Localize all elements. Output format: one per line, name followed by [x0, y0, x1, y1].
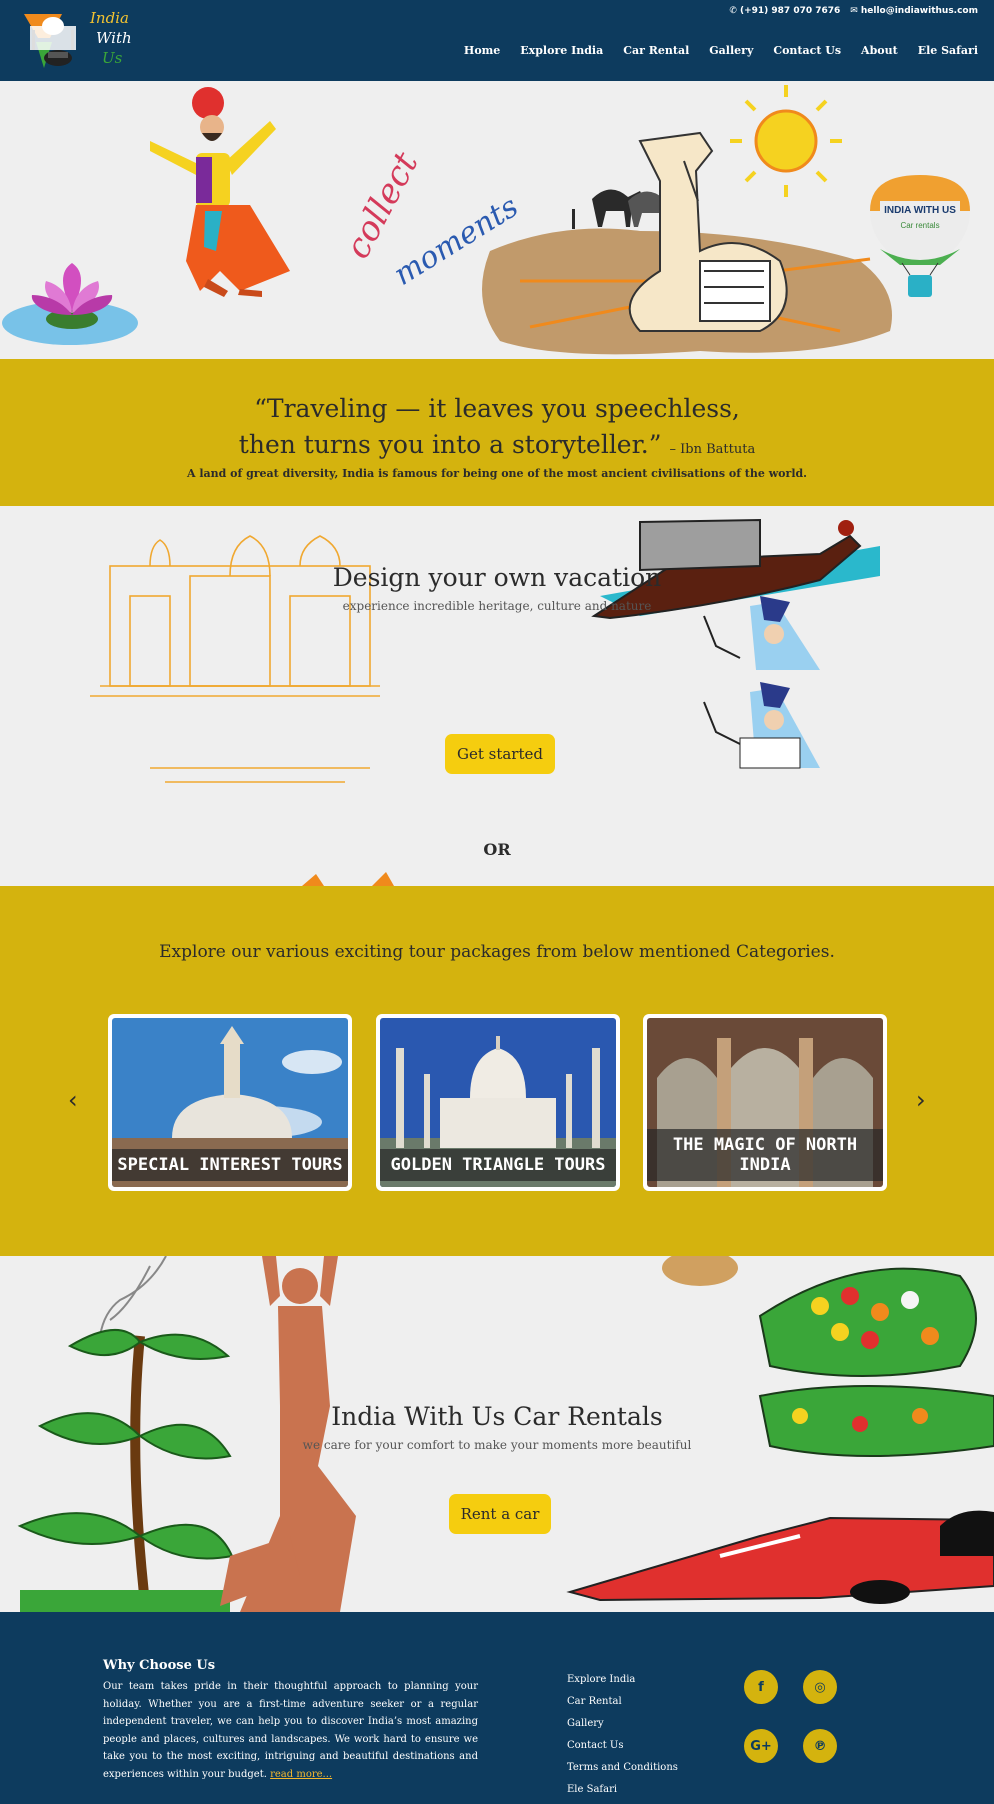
logo-text-with: With	[96, 29, 132, 47]
car-rental-section: India With Us Car Rentals we care for yo…	[0, 1256, 994, 1612]
get-started-button[interactable]: Get started	[445, 734, 555, 774]
tour-card-image: THE MAGIC OF NORTH INDIA	[647, 1018, 883, 1187]
nav-ele-safari[interactable]: Ele Safari	[918, 44, 978, 57]
contact-bar: ✆ (+91) 987 070 7676 ✉ hello@indiawithus.c…	[729, 6, 978, 16]
why-choose-us-body: Our team takes pride in their thoughtful…	[103, 1681, 478, 1780]
carousel-prev-arrow[interactable]: ‹	[68, 1086, 78, 1114]
phone-icon: ✆	[729, 6, 737, 16]
read-more-link[interactable]: read more...	[270, 1769, 332, 1780]
rental-illustration	[17, 1256, 994, 1612]
tour-card-special-interest[interactable]: SPECIAL INTEREST TOURS	[108, 1014, 352, 1191]
phone-contact[interactable]: ✆ (+91) 987 070 7676	[729, 6, 840, 16]
tour-card-golden-triangle[interactable]: GOLDEN TRIANGLE TOURS	[376, 1014, 620, 1191]
email-address: hello@indiawithus.com	[860, 6, 978, 16]
footer-link-car-rental[interactable]: Car Rental	[567, 1694, 678, 1709]
footer-links: Explore India Car Rental Gallery Contact…	[567, 1672, 678, 1797]
design-vacation-section: Design your own vacation experience incr…	[0, 506, 994, 886]
palm-tree-icon	[17, 1329, 234, 1612]
red-car-icon	[566, 1510, 994, 1604]
footer-link-terms[interactable]: Terms and Conditions	[567, 1760, 678, 1775]
tour-card-image: GOLDEN TRIANGLE TOURS	[380, 1018, 616, 1187]
or-divider: OR	[483, 840, 511, 859]
tour-card-image: SPECIAL INTEREST TOURS	[112, 1018, 348, 1187]
google-plus-icon[interactable]: G+	[744, 1729, 778, 1763]
balloon-title: INDIA WITH US	[884, 205, 956, 216]
quote-line-2-text: then turns you into a storyteller.”	[238, 430, 662, 459]
quote-line-2: then turns you into a storyteller.” – Ib…	[0, 426, 994, 469]
sun-icon	[730, 85, 842, 197]
lotus-icon	[2, 263, 138, 345]
phone-number: (+91) 987 070 7676	[739, 6, 841, 16]
balloon-subtitle: Car rentals	[900, 221, 939, 230]
tour-card-label: GOLDEN TRIANGLE TOURS	[380, 1149, 616, 1181]
heron-icon	[99, 1256, 167, 1337]
footer-link-explore-india[interactable]: Explore India	[567, 1672, 678, 1687]
quote-band: “Traveling — it leaves you speechless, t…	[0, 359, 994, 506]
nav-contact-us[interactable]: Contact Us	[773, 44, 841, 57]
site-logo[interactable]: India With Us	[22, 8, 162, 76]
nav-gallery[interactable]: Gallery	[709, 44, 753, 57]
quote-author: – Ibn Battuta	[669, 442, 756, 457]
design-title: Design your own vacation	[332, 563, 662, 592]
tour-card-north-india[interactable]: THE MAGIC OF NORTH INDIA	[643, 1014, 887, 1191]
hero-illustration: collect moments INDIA WITH US Car rental…	[2, 85, 970, 355]
rental-subtitle: we care for your comfort to make your mo…	[302, 1438, 692, 1452]
instagram-icon[interactable]: ◎	[803, 1670, 837, 1704]
nav-about[interactable]: About	[861, 44, 898, 57]
mail-icon: ✉	[850, 6, 858, 16]
footer-link-gallery[interactable]: Gallery	[567, 1716, 678, 1731]
why-choose-us-title: Why Choose Us	[103, 1658, 216, 1673]
tours-title: Explore our various exciting tour packag…	[159, 942, 835, 962]
main-nav: Home Explore India Car Rental Gallery Co…	[464, 44, 978, 57]
email-contact[interactable]: ✉ hello@indiawithus.com	[850, 6, 978, 16]
rent-a-car-button[interactable]: Rent a car	[449, 1494, 551, 1534]
site-header: India With Us ✆ (+91) 987 070 7676 ✉ hello…	[0, 0, 994, 81]
yoga-figure-icon	[220, 1256, 356, 1612]
carousel-next-arrow[interactable]: ›	[916, 1086, 926, 1114]
bhangra-dancer-icon	[150, 87, 290, 297]
footer-link-contact-us[interactable]: Contact Us	[567, 1738, 678, 1753]
site-footer: Why Choose Us Our team takes pride in th…	[0, 1612, 994, 1804]
hero-banner: collect moments INDIA WITH US Car rental…	[0, 81, 994, 359]
nav-car-rental[interactable]: Car Rental	[623, 44, 689, 57]
logo-text-us: Us	[102, 49, 123, 67]
facebook-icon[interactable]: f	[744, 1670, 778, 1704]
tour-card-label: THE MAGIC OF NORTH INDIA	[647, 1129, 883, 1181]
rental-title: India With Us Car Rentals	[331, 1402, 663, 1431]
tour-categories-section: Explore our various exciting tour packag…	[0, 886, 994, 1256]
nav-explore-india[interactable]: Explore India	[520, 44, 603, 57]
quote-subtitle: A land of great diversity, India is famo…	[186, 467, 808, 480]
nav-home[interactable]: Home	[464, 44, 500, 57]
footer-link-ele-safari[interactable]: Ele Safari	[567, 1782, 678, 1797]
rajasthani-dancer-icon	[703, 596, 820, 769]
why-choose-us-text: Our team takes pride in their thoughtful…	[103, 1678, 478, 1783]
quote-line-1: “Traveling — it leaves you speechless,	[254, 394, 740, 423]
design-subtitle: experience incredible heritage, culture …	[342, 599, 652, 613]
tour-card-label: SPECIAL INTEREST TOURS	[112, 1149, 348, 1181]
logo-text-india: India	[90, 9, 129, 27]
hot-air-balloon-icon: INDIA WITH US Car rentals	[870, 175, 970, 297]
tiger-ears-icon	[302, 872, 394, 886]
pinterest-icon[interactable]: ℗	[803, 1729, 837, 1763]
